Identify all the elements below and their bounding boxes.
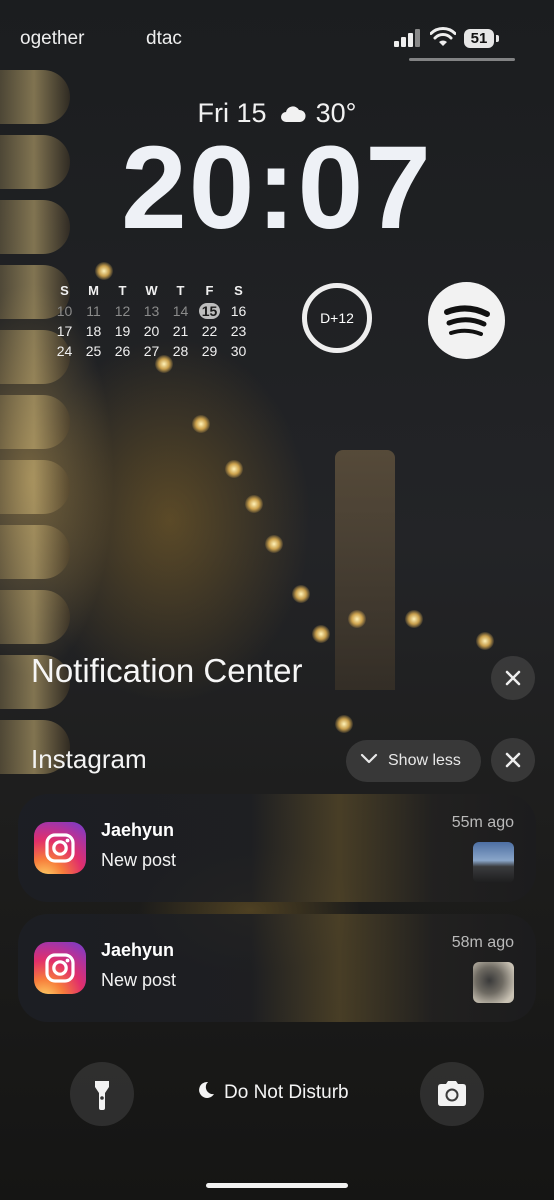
wallpaper-shape [335, 715, 353, 733]
today-badge: 15 [198, 303, 221, 319]
notification-center-title: Notification Center [31, 652, 303, 689]
calendar-day: 26 [114, 343, 131, 359]
calendar-day: 30 [230, 343, 247, 359]
calendar-week: 10 11 12 13 14 15 16 [50, 301, 260, 321]
post-thumbnail [473, 842, 514, 883]
spotify-icon [444, 305, 490, 336]
lock-clock: 20:07 [121, 122, 433, 254]
show-less-button[interactable]: Show less [346, 740, 481, 782]
countdown-widget[interactable]: D+12 [302, 283, 372, 353]
notification-message: New post [101, 850, 177, 870]
battery-icon [496, 35, 499, 42]
calendar-week: 24 25 26 27 28 29 30 [50, 341, 260, 361]
instagram-icon [34, 822, 86, 874]
focus-mode-indicator[interactable]: Do Not Disturb [196, 1080, 349, 1106]
notification-message: New post [101, 970, 177, 990]
wallpaper-shape [476, 632, 494, 650]
calendar-weekday: T [118, 283, 127, 298]
calendar-week: 17 18 19 20 21 22 23 [50, 321, 260, 341]
calendar-day: 20 [143, 323, 160, 339]
calendar-weekday: W [145, 283, 158, 298]
notification-card[interactable]: Jaehyun New post 55m ago [18, 794, 536, 902]
notification-card[interactable]: Jaehyun New post 58m ago [18, 914, 536, 1022]
calendar-day: 23 [230, 323, 247, 339]
close-icon [505, 752, 521, 768]
notification-sender: Jaehyun [101, 940, 175, 960]
calendar-day: 18 [85, 323, 102, 339]
wallpaper-shape [335, 450, 395, 690]
notification-time: 55m ago [451, 814, 514, 831]
instagram-icon [34, 942, 86, 994]
post-thumbnail [473, 962, 514, 1003]
home-indicator[interactable] [206, 1183, 348, 1188]
calendar-day: 29 [201, 343, 218, 359]
calendar-day-today: 15 [195, 301, 224, 321]
chevron-down-icon [360, 752, 378, 770]
calendar-widget[interactable]: S M T W T F S 10 11 12 13 14 15 16 17 18… [50, 281, 260, 361]
notification-group-title: Instagram [31, 744, 147, 774]
lock-screen: ogether dtac 51 Fri 15 30° 20:07 S M T W… [0, 0, 554, 1200]
wallpaper-shape [348, 610, 366, 628]
camera-icon [438, 1081, 466, 1106]
clear-group-button[interactable] [491, 738, 535, 782]
notification-time: 58m ago [451, 934, 514, 951]
calendar-header-row: S M T W T F S [50, 281, 260, 301]
flashlight-button[interactable] [70, 1062, 134, 1126]
moon-icon [196, 1080, 216, 1106]
calendar-weekday: F [205, 283, 214, 298]
calendar-day: 27 [143, 343, 160, 359]
wallpaper-shape [0, 525, 70, 579]
notification-sender: Jaehyun [101, 820, 175, 840]
calendar-day: 28 [172, 343, 189, 359]
wallpaper-shape [312, 625, 330, 643]
calendar-weekday: S [234, 283, 243, 298]
calendar-day: 25 [85, 343, 102, 359]
wallpaper-shape [225, 460, 243, 478]
calendar-day: 14 [172, 303, 189, 319]
cellular-signal-icon [394, 29, 422, 51]
calendar-day: 13 [143, 303, 160, 319]
countdown-label: D+12 [320, 310, 354, 326]
calendar-weekday: T [176, 283, 185, 298]
calendar-day: 12 [114, 303, 131, 319]
carrier-name: dtac [146, 28, 182, 49]
wallpaper-shape [0, 460, 70, 514]
wallpaper-shape [192, 415, 210, 433]
wallpaper-shape [245, 495, 263, 513]
clear-all-button[interactable] [491, 656, 535, 700]
carrier-label: ogether [20, 28, 85, 49]
notch-indicator [409, 58, 515, 61]
calendar-day: 19 [114, 323, 131, 339]
show-less-label: Show less [388, 752, 461, 769]
calendar-weekday: M [88, 283, 99, 298]
calendar-day: 22 [201, 323, 218, 339]
spotify-widget[interactable] [428, 282, 505, 359]
calendar-weekday: S [60, 283, 69, 298]
calendar-day: 17 [56, 323, 73, 339]
flashlight-icon [95, 1081, 109, 1110]
camera-button[interactable] [420, 1062, 484, 1126]
focus-mode-label: Do Not Disturb [224, 1082, 349, 1103]
calendar-day: 10 [56, 303, 73, 319]
calendar-day: 24 [56, 343, 73, 359]
calendar-day: 16 [230, 303, 247, 319]
wifi-icon [429, 27, 457, 51]
close-icon [505, 670, 521, 686]
wallpaper-shape [0, 590, 70, 644]
battery-level: 51 [464, 29, 494, 48]
wallpaper-shape [292, 585, 310, 603]
calendar-day: 11 [86, 303, 101, 319]
calendar-day: 21 [172, 323, 189, 339]
wallpaper-shape [405, 610, 423, 628]
wallpaper-shape [95, 262, 113, 280]
wallpaper-shape [265, 535, 283, 553]
wallpaper-shape [0, 395, 70, 449]
